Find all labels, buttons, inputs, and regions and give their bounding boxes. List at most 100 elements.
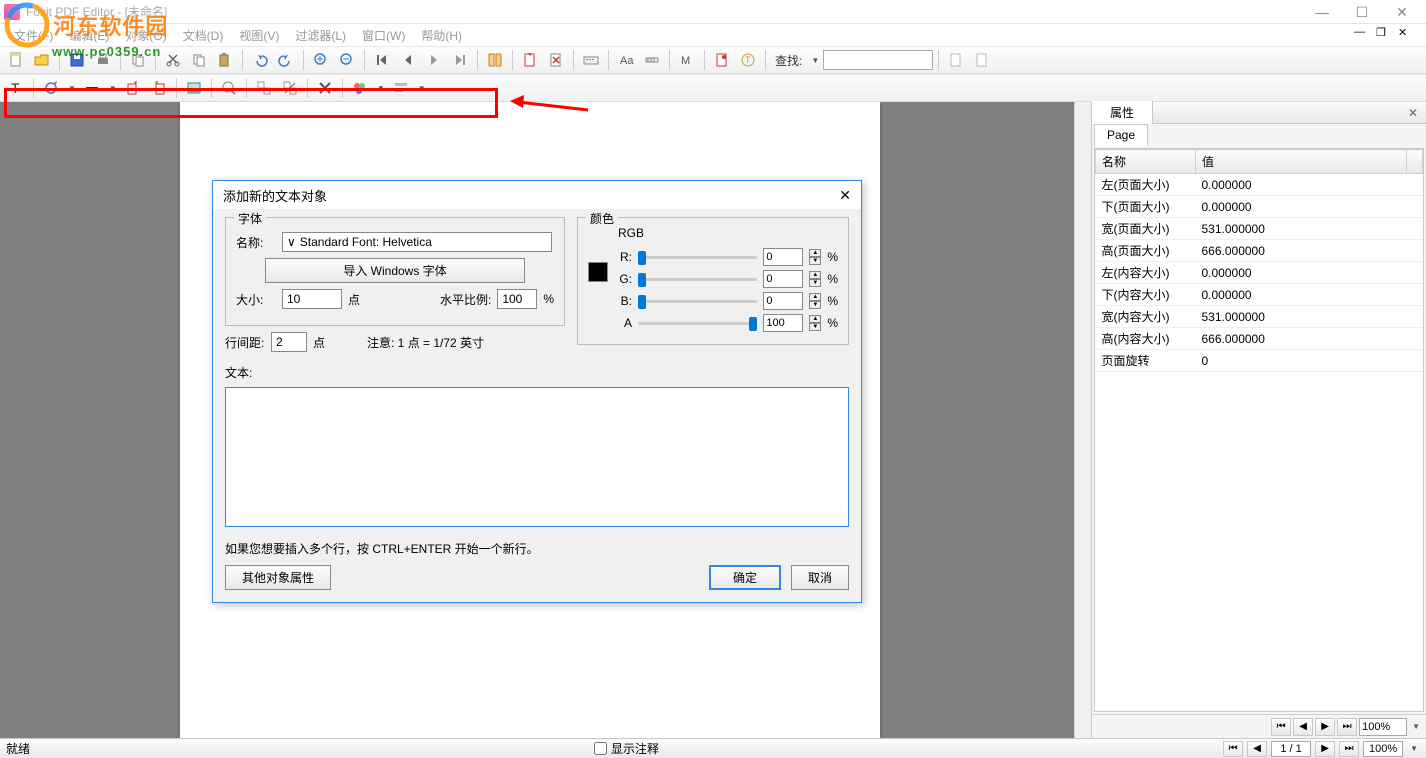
size-input[interactable] [282,289,342,309]
props-prev-button[interactable]: ◀ [1293,718,1313,736]
a-input[interactable] [763,314,803,332]
align-dropdown-arrow[interactable]: ▼ [416,84,428,93]
maximize-button[interactable]: ☐ [1342,1,1382,23]
g-slider[interactable] [638,278,757,281]
table-row[interactable]: 高(内容大小)666.000000 [1096,328,1423,350]
mdi-minimize-button[interactable]: — [1354,26,1374,42]
group-button[interactable] [252,76,276,100]
new-file-button[interactable] [4,48,28,72]
save-button[interactable] [65,48,89,72]
props-last-button[interactable]: ⏭ [1337,718,1357,736]
find-dropdown-arrow[interactable]: ▼ [809,56,821,65]
add-image-button[interactable] [182,76,206,100]
menu-help[interactable]: 帮助(H) [413,25,470,46]
menu-document[interactable]: 文档(D) [175,25,232,46]
page-edit-button[interactable] [710,48,734,72]
arrange-button[interactable] [348,76,372,100]
arrange-dropdown-arrow[interactable]: ▼ [375,84,387,93]
text-tool-button[interactable]: Aa [614,48,638,72]
properties-tab[interactable]: 属性 [1092,101,1153,124]
shape-dropdown-arrow[interactable]: ▼ [66,84,78,93]
paste-button[interactable] [213,48,237,72]
table-row[interactable]: 左(页面大小)0.000000 [1096,174,1423,196]
first-page-button[interactable] [370,48,394,72]
menu-window[interactable]: 窗口(W) [354,25,413,46]
col-value[interactable]: 值 [1196,150,1407,174]
cut-button[interactable] [161,48,185,72]
properties-close-button[interactable]: ✕ [1400,106,1426,120]
table-row[interactable]: 宽(内容大小)531.000000 [1096,306,1423,328]
keyboard-icon[interactable] [579,48,603,72]
status-zoom-input[interactable] [1363,741,1403,757]
copy-button[interactable] [126,48,150,72]
status-prev-page[interactable]: ◀ [1247,741,1267,757]
table-row[interactable]: 下(页面大小)0.000000 [1096,196,1423,218]
import-font-button[interactable]: 导入 Windows 字体 [265,258,525,283]
status-first-page[interactable]: ⏮ [1223,741,1243,757]
table-row[interactable]: 页面旋转0 [1096,350,1423,372]
mdi-restore-button[interactable]: ❐ [1376,26,1396,42]
redo-button[interactable] [274,48,298,72]
status-next-page[interactable]: ▶ [1315,741,1335,757]
properties-subtab-page[interactable]: Page [1094,124,1148,146]
a-slider[interactable] [638,322,757,325]
prev-page-button[interactable] [396,48,420,72]
ungroup-button[interactable] [278,76,302,100]
r-spinner[interactable]: ▲▼ [809,249,821,265]
zoom-out-button[interactable] [335,48,359,72]
delete-object-button[interactable] [313,76,337,100]
g-spinner[interactable]: ▲▼ [809,271,821,287]
vertical-scrollbar[interactable] [1074,102,1091,738]
merge-button[interactable]: M [675,48,699,72]
b-input[interactable] [763,292,803,310]
add-text-button[interactable]: T [4,76,28,100]
hscale-input[interactable] [497,289,537,309]
undo-button[interactable] [248,48,272,72]
find-prev-button[interactable] [944,48,968,72]
menu-file[interactable]: 文件(F) [6,25,61,46]
show-comments-input[interactable] [594,742,607,755]
line-dropdown-arrow[interactable]: ▼ [107,84,119,93]
print-button[interactable] [91,48,115,72]
ok-button[interactable]: 确定 [709,565,781,590]
find-next-button[interactable] [970,48,994,72]
open-file-button[interactable] [30,48,54,72]
rotate-left-button[interactable] [121,76,145,100]
mdi-close-button[interactable]: ✕ [1398,26,1418,42]
table-row[interactable]: 宽(页面大小)531.000000 [1096,218,1423,240]
find-input[interactable] [823,50,933,70]
page-layout-button[interactable] [483,48,507,72]
import-page-button[interactable] [518,48,542,72]
other-props-button[interactable]: 其他对象属性 [225,565,331,590]
rotate-right-button[interactable] [147,76,171,100]
dialog-titlebar[interactable]: 添加新的文本对象 ✕ [213,181,861,209]
menu-object[interactable]: 对象(O) [117,25,174,46]
props-zoom-input[interactable] [1359,718,1407,736]
copy2-button[interactable] [187,48,211,72]
props-next-button[interactable]: ▶ [1315,718,1335,736]
r-slider[interactable] [638,256,757,259]
align-button[interactable] [389,76,413,100]
g-input[interactable] [763,270,803,288]
r-input[interactable] [763,248,803,266]
dialog-close-button[interactable]: ✕ [839,187,851,204]
text-input[interactable] [225,387,849,527]
menu-view[interactable]: 视图(V) [231,25,287,46]
props-first-button[interactable]: ⏮ [1271,718,1291,736]
status-last-page[interactable]: ⏭ [1339,741,1359,757]
cancel-button[interactable]: 取消 [791,565,849,590]
show-comments-checkbox[interactable]: 显示注释 [594,740,659,757]
font-select[interactable]: ∨ Standard Font: Helvetica [282,232,552,252]
menu-edit[interactable]: 编辑(E) [61,25,117,46]
next-page-button[interactable] [422,48,446,72]
text-circle-button[interactable]: T [736,48,760,72]
zoom-in-button[interactable] [309,48,333,72]
ruler-button[interactable] [640,48,664,72]
last-page-button[interactable] [448,48,472,72]
color-swatch[interactable] [588,262,608,282]
add-shape-button[interactable] [39,76,63,100]
line-tool-button[interactable] [80,76,104,100]
table-row[interactable]: 高(页面大小)666.000000 [1096,240,1423,262]
props-zoom-dropdown[interactable]: ▼ [1410,722,1422,731]
minimize-button[interactable]: — [1302,1,1342,23]
